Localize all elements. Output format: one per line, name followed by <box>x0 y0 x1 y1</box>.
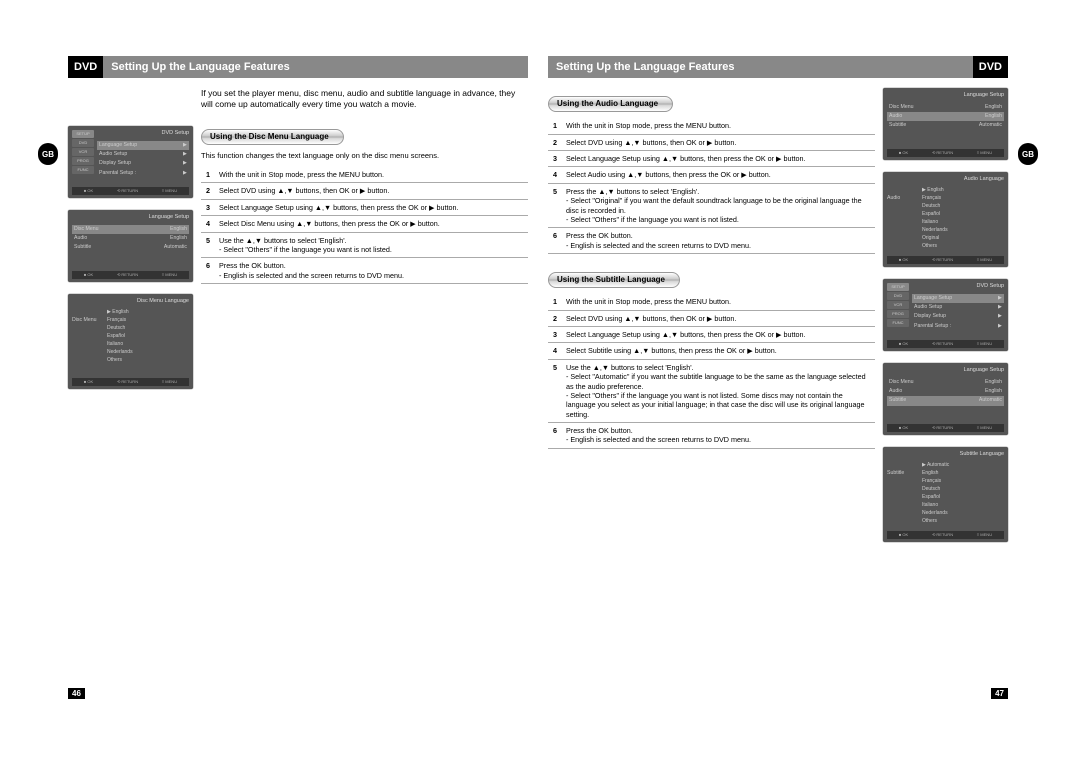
steps-table-audio: 1With the unit in Stop mode, press the M… <box>548 118 875 254</box>
screenshot-disc-menu-lang: Disc Menu Language Disc Menu EnglishFran… <box>68 294 193 389</box>
gb-tab-left: GB <box>38 143 58 165</box>
page-number-right: 47 <box>991 688 1008 699</box>
dvd-badge: DVD <box>973 56 1008 78</box>
header-bar-left: DVD Setting Up the Language Features <box>68 56 528 78</box>
page-right: Setting Up the Language Features DVD GB … <box>538 56 1008 723</box>
page-left: DVD Setting Up the Language Features GB … <box>68 56 538 723</box>
text-column-right: Using the Audio Language 1With the unit … <box>548 88 875 542</box>
page-title: Setting Up the Language Features <box>548 56 973 78</box>
screenshot-audio-lang: Audio Language Audio EnglishFrançaisDeut… <box>883 172 1008 267</box>
section-header-subtitle: Using the Subtitle Language <box>548 272 680 288</box>
screenshot-lang-setup-audio: Language Setup Disc MenuEnglishAudioEngl… <box>883 88 1008 160</box>
steps-table-subtitle: 1With the unit in Stop mode, press the M… <box>548 294 875 448</box>
section-header-disc-menu: Using the Disc Menu Language <box>201 129 344 145</box>
disc-menu-desc: This function changes the text language … <box>201 151 528 161</box>
screenshot-lang-setup: Language Setup Disc MenuEnglishAudioEngl… <box>68 210 193 282</box>
screenshot-dvd-setup: SETUP DVD VCR PROG FUNC DVD Setup Langua… <box>68 126 193 198</box>
text-column-left: If you set the player menu, disc menu, a… <box>201 88 528 389</box>
screenshot-lang-setup-sub: Language Setup Disc MenuEnglishAudioEngl… <box>883 363 1008 435</box>
dvd-badge: DVD <box>68 56 103 78</box>
screenshots-column-right: Language Setup Disc MenuEnglishAudioEngl… <box>883 88 1008 542</box>
section-header-audio: Using the Audio Language <box>548 96 673 112</box>
steps-table-disc-menu: 1With the unit in Stop mode, press the M… <box>201 167 528 284</box>
page-title: Setting Up the Language Features <box>103 56 528 78</box>
screenshot-dvd-setup-2: SETUP DVD VCR PROG FUNC DVD Setup Langua… <box>883 279 1008 351</box>
screenshots-column-left: SETUP DVD VCR PROG FUNC DVD Setup Langua… <box>68 88 193 389</box>
header-bar-right: Setting Up the Language Features DVD <box>548 56 1008 78</box>
intro-text: If you set the player menu, disc menu, a… <box>201 88 528 111</box>
page-number-left: 46 <box>68 688 85 699</box>
gb-tab-right: GB <box>1018 143 1038 165</box>
screenshot-subtitle-lang: Subtitle Language Subtitle AutomaticEngl… <box>883 447 1008 542</box>
